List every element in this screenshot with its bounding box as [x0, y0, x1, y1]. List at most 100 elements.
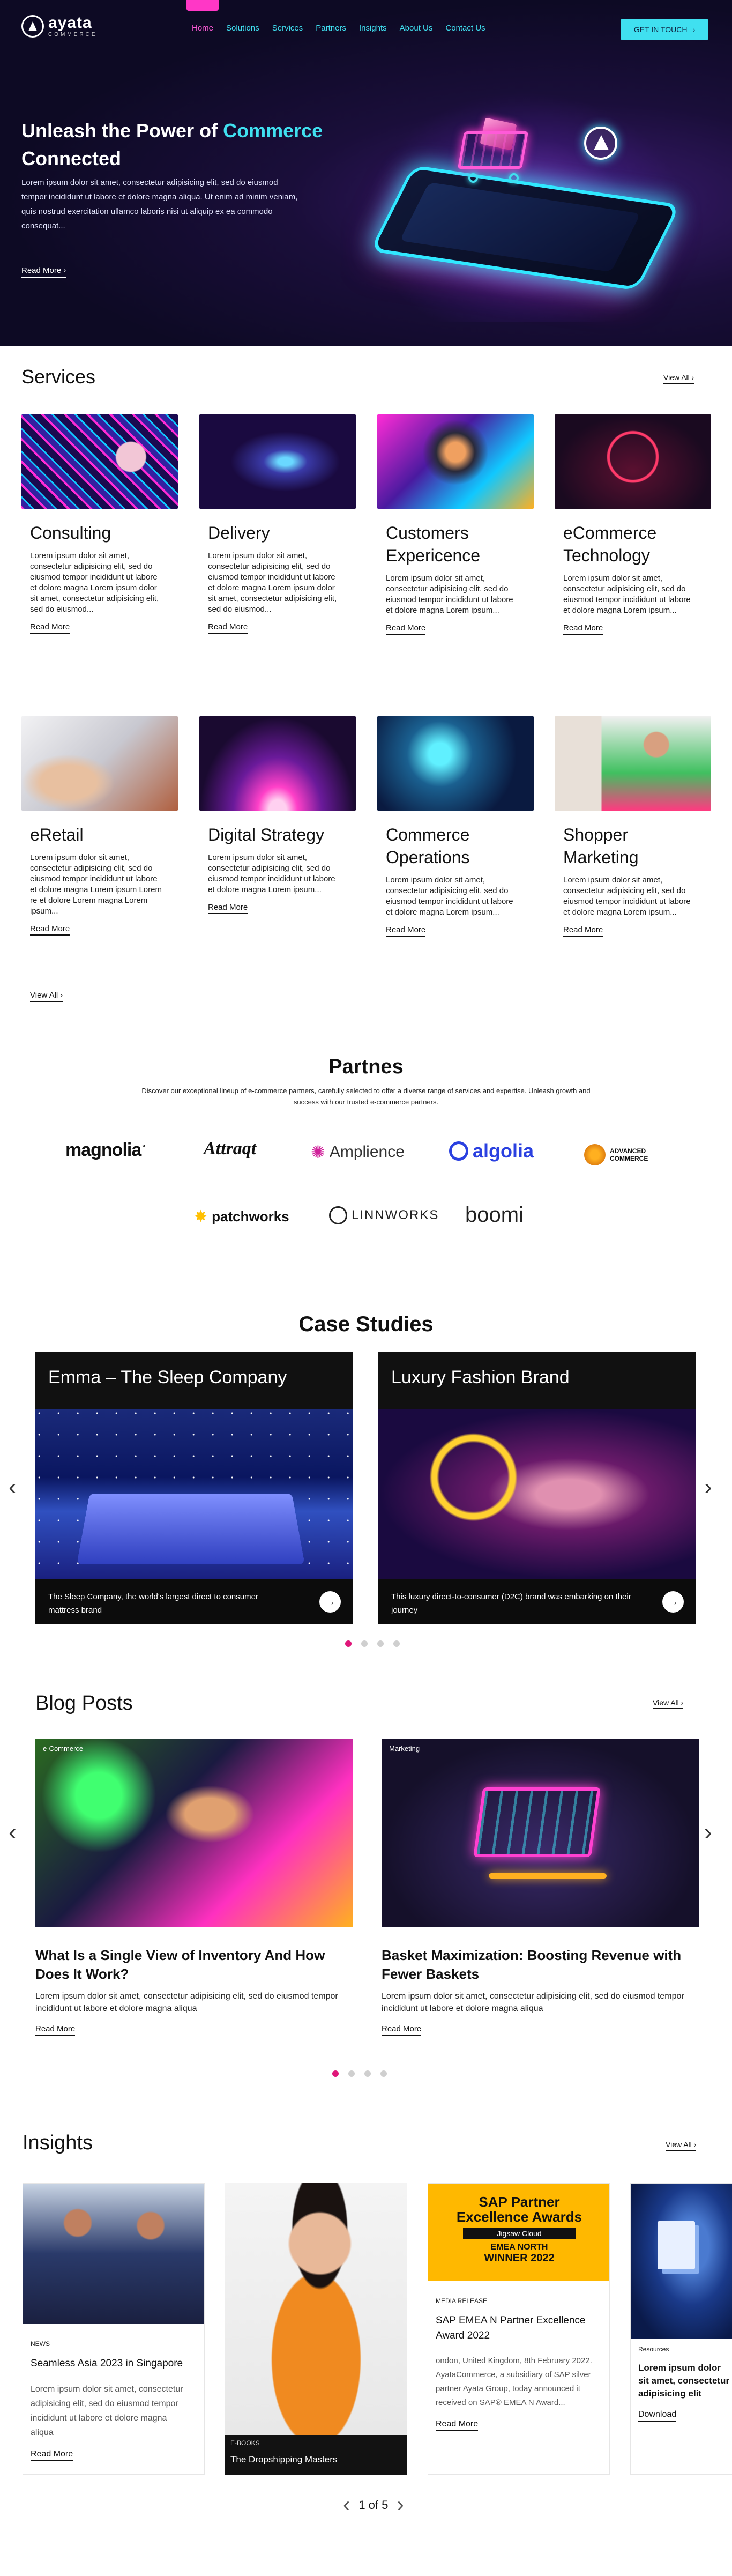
chevron-right-icon: › — [692, 25, 696, 34]
blog-image: e-Commerce — [35, 1739, 353, 1927]
service-read-more-link[interactable]: Read More — [208, 622, 248, 634]
service-body: Lorem ipsum dolor sit amet, consectetur … — [208, 853, 335, 894]
carousel-dot[interactable] — [361, 1640, 368, 1647]
service-title: eCommerce Technology — [563, 523, 657, 565]
partners-title: Partnes — [328, 1056, 404, 1078]
blog-read-more-link[interactable]: Read More — [35, 2024, 76, 2036]
service-card-delivery: Delivery Lorem ipsum dolor sit amet, con… — [199, 414, 356, 634]
hero-title-part-a: Unleash the Power of — [21, 120, 218, 142]
cart-base-shape — [489, 1873, 607, 1879]
insight-title: The Dropshipping Masters — [230, 2454, 338, 2464]
insight-card-resources[interactable]: Resources Lorem ipsum dolor sit amet, co… — [630, 2183, 732, 2475]
linnworks-icon — [329, 1206, 347, 1224]
blog-post-body: Lorem ipsum dolor sit amet, consectetur … — [35, 1992, 338, 2013]
nav-insights[interactable]: Insights — [359, 24, 387, 33]
blog-prev-icon[interactable]: ‹ — [9, 1821, 17, 1844]
ayata-badge-icon — [584, 127, 617, 160]
service-read-more-link[interactable]: Read More — [563, 925, 603, 937]
nav-about-us[interactable]: About Us — [400, 24, 433, 33]
pager-prev-icon[interactable]: ‹ — [343, 2493, 350, 2517]
nav-services[interactable]: Services — [272, 24, 303, 33]
blog-next-icon[interactable]: › — [704, 1821, 712, 1844]
site-logo[interactable]: ayata COMMERCE — [21, 15, 97, 38]
nav-solutions[interactable]: Solutions — [226, 24, 259, 33]
hero-body: Lorem ipsum dolor sit amet, consectetur … — [21, 178, 298, 231]
carousel-dot[interactable] — [393, 1640, 400, 1647]
service-read-more-link[interactable]: Read More — [30, 924, 70, 936]
arrow-right-icon[interactable]: → — [662, 1591, 684, 1613]
partner-logo-amplience[interactable]: ✺ Amplience — [311, 1142, 405, 1162]
service-read-more-link[interactable]: Read More — [563, 623, 603, 635]
services-view-all-link[interactable]: View All › — [663, 373, 694, 384]
service-read-more-link[interactable]: Read More — [386, 925, 426, 937]
service-read-more-link[interactable]: Read More — [208, 903, 248, 914]
carousel-dot[interactable] — [380, 2070, 387, 2077]
insight-image — [225, 2183, 407, 2435]
service-body: Lorem ipsum dolor sit amet, consectetur … — [30, 853, 162, 916]
case-study-text: This luxury direct-to-consumer (D2C) bra… — [391, 1592, 631, 1615]
algolia-icon — [449, 1141, 468, 1161]
insight-read-more-link[interactable]: Read More — [31, 2449, 73, 2461]
case-studies-prev-icon[interactable]: ‹ — [9, 1475, 17, 1499]
insight-title: Seamless Asia 2023 in Singapore — [31, 2358, 183, 2369]
hero-read-more-link[interactable]: Read More › — [21, 266, 66, 278]
service-read-more-link[interactable]: Read More — [30, 622, 70, 634]
services-view-all-bottom-link[interactable]: View All › — [30, 991, 63, 1002]
partner-logo-magnolia[interactable]: magnolia ° — [65, 1140, 145, 1161]
document-icon — [658, 2221, 695, 2269]
partner-logo-patchworks[interactable]: ✸ patchworks — [194, 1207, 289, 1226]
case-studies-next-icon[interactable]: › — [704, 1475, 712, 1499]
case-studies-pagination — [345, 1640, 400, 1647]
insight-card-seamless-asia[interactable]: NEWS Seamless Asia 2023 in Singapore Lor… — [23, 2183, 205, 2475]
blog-card-single-view[interactable]: e-Commerce What Is a Single View of Inve… — [35, 1739, 353, 2036]
insight-card-sap-award[interactable]: SAP Partner Excellence Awards Jigsaw Clo… — [428, 2183, 610, 2475]
insight-read-more-link[interactable]: Read More — [436, 2419, 479, 2431]
service-read-more-link[interactable]: Read More — [386, 623, 426, 635]
insight-body: ondon, United Kingdom, 8th February 2022… — [436, 2356, 592, 2407]
case-study-card-luxury-fashion[interactable]: Luxury Fashion Brand This luxury direct-… — [378, 1352, 696, 1624]
insights-view-all-link[interactable]: View All › — [666, 2140, 697, 2151]
partner-logo-attraqt[interactable]: Attraqt — [204, 1139, 256, 1159]
nav-partners[interactable]: Partners — [316, 24, 346, 33]
blog-card-basket-maximization[interactable]: Marketing Basket Maximization: Boosting … — [382, 1739, 699, 2036]
get-in-touch-button[interactable]: GET IN TOUCH › — [621, 19, 708, 40]
arrow-right-icon[interactable]: → — [319, 1591, 341, 1613]
partners-description: Discover our exceptional lineup of e-com… — [141, 1087, 591, 1106]
blog-pagination — [332, 2070, 387, 2077]
carousel-dot[interactable] — [348, 2070, 355, 2077]
pager-label: 1 of 5 — [358, 2498, 389, 2512]
partner-logo-advanced-commerce[interactable]: ADVANCED COMMERCE — [584, 1144, 664, 1165]
partner-logo-algolia[interactable]: algolia — [449, 1140, 534, 1162]
blog-view-all-link[interactable]: View All › — [653, 1698, 684, 1709]
insight-download-link[interactable]: Download — [638, 2410, 677, 2422]
partner-logo-linnworks[interactable]: LINNWORKS — [329, 1206, 439, 1224]
get-in-touch-label: GET IN TOUCH — [633, 25, 688, 34]
carousel-dot[interactable] — [332, 2070, 339, 2077]
nav-home[interactable]: Home — [186, 0, 219, 33]
insight-type: Resources — [638, 2345, 669, 2353]
case-study-image — [35, 1409, 353, 1579]
service-title: Digital Strategy — [208, 825, 324, 844]
logo-subtitle: COMMERCE — [48, 32, 98, 38]
shopping-cart-illustration — [450, 117, 536, 185]
blog-category: Marketing — [389, 1744, 420, 1753]
service-body: Lorem ipsum dolor sit amet, consectetur … — [30, 551, 159, 614]
nav-contact-us[interactable]: Contact Us — [445, 24, 485, 33]
case-study-card-emma[interactable]: Emma – The Sleep Company The Sleep Compa… — [35, 1352, 353, 1624]
service-title: Delivery — [208, 523, 270, 543]
carousel-dot[interactable] — [377, 1640, 384, 1647]
insights-title: Insights — [23, 2132, 93, 2154]
logo-name: ayata — [48, 14, 92, 32]
case-study-name: Luxury Fashion Brand — [391, 1367, 570, 1387]
service-body: Lorem ipsum dolor sit amet, consectetur … — [386, 574, 513, 615]
pager-next-icon[interactable]: › — [397, 2493, 404, 2517]
partner-logo-boomi[interactable]: boomi — [465, 1203, 524, 1227]
insight-card-dropshipping[interactable]: E-BOOKS The Dropshipping Masters — [225, 2183, 407, 2475]
service-image — [377, 414, 534, 509]
blog-read-more-link[interactable]: Read More — [382, 2024, 422, 2036]
carousel-dot[interactable] — [345, 1640, 352, 1647]
service-title: Customers Expericence — [386, 523, 481, 565]
hero-section: ayata COMMERCE Home Solutions Services P… — [0, 0, 732, 346]
service-card-eretail: eRetail Lorem ipsum dolor sit amet, cons… — [21, 716, 178, 936]
carousel-dot[interactable] — [364, 2070, 371, 2077]
